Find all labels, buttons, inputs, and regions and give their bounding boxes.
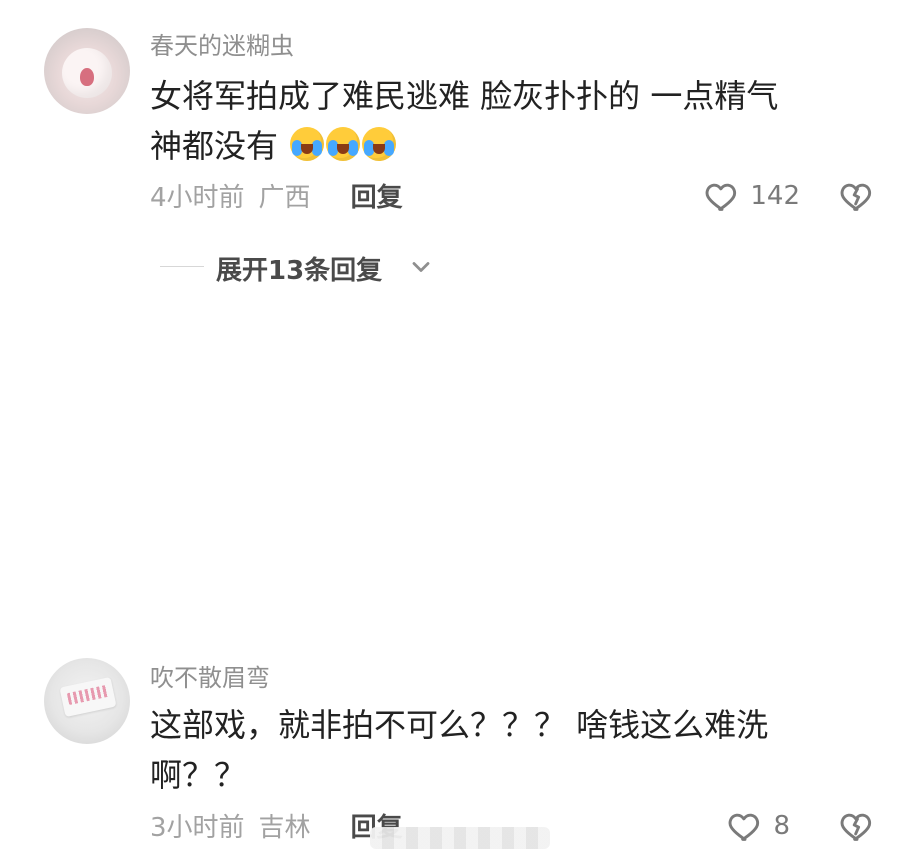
heart-outline-icon: [729, 813, 760, 841]
heart-outline-icon: [705, 183, 737, 211]
broken-heart-icon: [840, 183, 872, 211]
chevron-down-icon[interactable]: [407, 253, 435, 281]
comment-text-line: 啊？？: [150, 756, 247, 794]
dislike-button[interactable]: [838, 180, 876, 216]
comment-text: 女将军拍成了难民逃难 脸灰扑扑的 一点精气 神都没有: [150, 71, 890, 171]
like-count: 142: [750, 181, 800, 211]
watermark-mosaic: [370, 827, 550, 849]
comment-item: 吹不散眉弯 这部戏，就非拍不可么？？？ 啥钱这么难洗 啊？？ 3小时前 吉林 回…: [0, 322, 922, 849]
stamp-pattern: [66, 685, 109, 706]
paper-stamp-avatar: [59, 676, 117, 718]
comment-text-line: 神都没有: [150, 127, 279, 165]
dislike-button[interactable]: [838, 810, 876, 846]
comment-actions: 142: [0, 174, 922, 214]
comment-text-line: 神都没有: [150, 121, 890, 171]
like-button[interactable]: 142: [704, 180, 800, 212]
comment-username[interactable]: 吹不散眉弯: [150, 658, 270, 693]
comment-item: 春天的迷糊虫 女将军拍成了难民逃难 脸灰扑扑的 一点精气 神都没有 4小时前 广…: [0, 0, 922, 300]
broken-heart-icon: [840, 813, 872, 841]
like-count: 8: [773, 811, 790, 841]
crying-face-icon: [362, 127, 397, 161]
user-avatar[interactable]: [44, 28, 130, 114]
like-button[interactable]: 8: [727, 810, 790, 842]
avatar-mouth: [80, 68, 94, 86]
comment-username[interactable]: 春天的迷糊虫: [150, 26, 294, 61]
comment-text-line: 女将军拍成了难民逃难 脸灰扑扑的 一点精气: [150, 77, 779, 115]
user-avatar[interactable]: [44, 658, 130, 744]
divider-line: [160, 266, 204, 267]
tear-icon: [312, 140, 323, 156]
expand-replies[interactable]: 展开13条回复: [0, 246, 922, 286]
comment-text-line: 这部戏，就非拍不可么？？？ 啥钱这么难洗: [150, 706, 769, 744]
crying-cat-avatar: [62, 48, 112, 98]
tear-icon: [384, 140, 395, 156]
comment-text: 这部戏，就非拍不可么？？？ 啥钱这么难洗 啊？？: [150, 700, 890, 800]
crying-face-icon: [290, 127, 325, 161]
expand-replies-label[interactable]: 展开13条回复: [216, 250, 382, 287]
crying-face-icon: [326, 127, 361, 161]
tear-icon: [348, 140, 359, 156]
